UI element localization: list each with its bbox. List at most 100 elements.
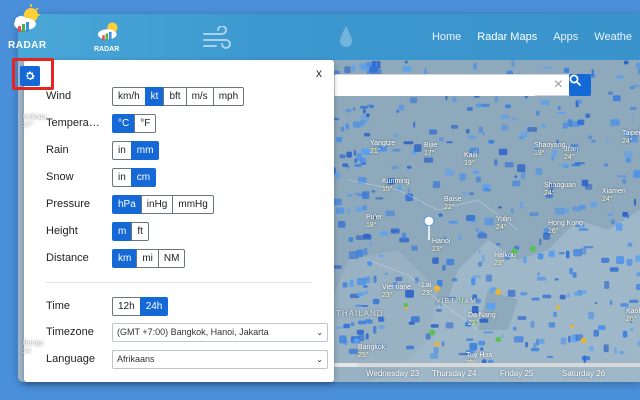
clear-search-icon[interactable]: × xyxy=(554,76,563,94)
pressure-unit-group: hPa inHg mmHg xyxy=(112,194,214,214)
time-option[interactable]: 12h xyxy=(112,296,141,316)
wind-option[interactable]: mph xyxy=(212,86,245,106)
radar-cell xyxy=(364,132,371,137)
wind-option[interactable]: kt xyxy=(144,86,165,106)
radar-cell xyxy=(423,157,434,163)
radar-cell xyxy=(504,162,514,168)
outer-brand-logo: RADAR xyxy=(6,4,46,52)
radar-cell xyxy=(373,325,377,334)
nav-home[interactable]: Home xyxy=(424,14,469,60)
pressure-option[interactable]: mmHg xyxy=(172,194,214,214)
radar-cell xyxy=(434,341,440,347)
timeline-day[interactable]: Friday 25 xyxy=(500,369,533,378)
radar-cell xyxy=(362,191,370,199)
timeline-progress xyxy=(334,363,358,367)
radar-cell xyxy=(563,67,570,73)
radar-cell xyxy=(403,141,414,145)
radar-cell xyxy=(510,208,514,213)
settings-button[interactable] xyxy=(20,66,40,86)
height-option[interactable]: m xyxy=(112,221,133,241)
map-search-button[interactable] xyxy=(569,74,591,96)
radar-cell xyxy=(473,62,477,70)
radar-cell xyxy=(564,207,569,214)
setting-row-snow: Snow in cm xyxy=(46,167,157,187)
map-city-label: Taipei 24° xyxy=(622,130,640,145)
radar-cell xyxy=(616,75,624,79)
close-settings-icon[interactable]: x xyxy=(316,66,322,80)
radar-cell xyxy=(467,135,476,139)
radar-cell xyxy=(478,340,486,346)
radar-cell xyxy=(403,302,408,308)
radar-cell xyxy=(478,261,483,267)
distance-option[interactable]: mi xyxy=(136,248,159,268)
radar-cell xyxy=(558,252,566,255)
pressure-option[interactable]: hPa xyxy=(112,194,142,214)
radar-cell xyxy=(384,272,388,275)
radar-cell xyxy=(555,207,565,215)
map-city-label: Shaoyang 19° xyxy=(534,142,566,157)
language-select[interactable]: Afrikaans ⌄ xyxy=(112,349,328,369)
radar-cell xyxy=(495,243,501,246)
radar-cell xyxy=(469,342,478,351)
time-slider[interactable]: Wednesday 23 Thursday 24 Friday 25 Satur… xyxy=(334,363,640,382)
radar-cell xyxy=(413,121,416,128)
height-option[interactable]: ft xyxy=(131,221,149,241)
pressure-option[interactable]: inHg xyxy=(140,194,174,214)
distance-option[interactable]: km xyxy=(112,248,138,268)
map-city-label: Yangtze 21° xyxy=(370,140,396,155)
radar-logo-icon xyxy=(14,4,40,32)
nav-apps[interactable]: Apps xyxy=(545,14,586,60)
distance-option[interactable]: NM xyxy=(157,248,186,268)
radar-cell xyxy=(619,351,625,355)
rain-option[interactable]: mm xyxy=(130,140,160,160)
radar-cell xyxy=(610,119,620,126)
radar-cell xyxy=(360,120,366,126)
radar-cell xyxy=(520,201,523,209)
map-city-label: Pu'er 18° xyxy=(366,214,383,229)
site-logo[interactable]: RADAR xyxy=(92,20,126,60)
wind-option[interactable]: m/s xyxy=(185,86,214,106)
map-city-label: Yulin 24° xyxy=(496,216,512,231)
radar-cell xyxy=(371,190,376,193)
map-search-input[interactable] xyxy=(335,75,535,96)
temperature-option[interactable]: °C xyxy=(112,113,136,133)
radar-cell xyxy=(539,238,542,246)
temperature-option[interactable]: °F xyxy=(134,113,157,133)
timeline-track[interactable] xyxy=(334,363,640,367)
share-button[interactable] xyxy=(22,90,38,106)
wind-option[interactable]: km/h xyxy=(112,86,146,106)
setting-label: Language xyxy=(46,353,95,365)
radar-cell xyxy=(537,272,540,276)
radar-cell xyxy=(539,338,545,344)
radar-cell xyxy=(616,256,625,264)
radar-cell xyxy=(385,210,395,217)
time-option[interactable]: 24h xyxy=(139,296,169,316)
snow-option[interactable]: in xyxy=(112,167,132,187)
snow-option[interactable]: cm xyxy=(130,167,157,187)
setting-label: Rain xyxy=(46,144,69,156)
timeline-day[interactable]: Thursday 24 xyxy=(432,369,476,378)
radar-cell xyxy=(560,337,567,345)
timeline-day[interactable]: Wednesday 23 xyxy=(366,369,419,378)
radar-cell xyxy=(581,356,591,361)
map-city-label: Hanoi 23° xyxy=(432,238,451,253)
radar-cell xyxy=(401,232,407,241)
timeline-day[interactable]: Saturday 26 xyxy=(562,369,605,378)
wind-icon xyxy=(203,26,231,49)
rain-option[interactable]: in xyxy=(112,140,132,160)
map-city-label: Lai 23° xyxy=(422,282,433,297)
timezone-select[interactable]: (GMT +7:00) Bangkok, Hanoi, Jakarta ⌄ xyxy=(112,322,328,342)
radar-cell xyxy=(356,329,364,335)
radar-cell xyxy=(574,291,583,296)
nav-radar-maps[interactable]: Radar Maps xyxy=(469,14,545,60)
nav-weather[interactable]: Weathe xyxy=(586,14,640,60)
search-icon xyxy=(569,74,581,86)
radar-cell xyxy=(495,336,502,343)
radar-cell xyxy=(395,276,403,282)
wind-option[interactable]: bft xyxy=(163,86,187,106)
radar-cell xyxy=(588,346,594,352)
setting-row-wind: Wind km/h kt bft m/s mph xyxy=(46,86,245,106)
radar-cell xyxy=(448,220,458,224)
map-city-label: Baise 22° xyxy=(444,196,462,211)
radar-cell xyxy=(542,294,552,299)
